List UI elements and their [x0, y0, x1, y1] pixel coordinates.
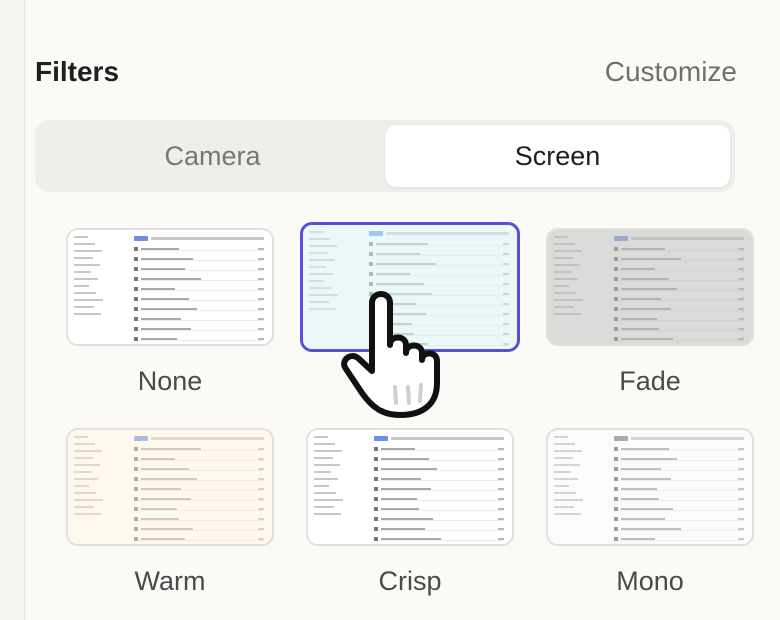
customize-button[interactable]: Customize	[605, 56, 737, 88]
filter-preview	[303, 225, 517, 349]
filter-label: Warm	[134, 566, 206, 596]
filter-tint-overlay	[548, 430, 752, 544]
filter-tint-overlay	[68, 430, 272, 544]
filter-tile-none[interactable]	[66, 228, 274, 346]
filter-preview	[68, 230, 272, 344]
filter-tile-crisp[interactable]	[306, 428, 514, 546]
filter-tint-overlay	[548, 230, 752, 344]
tab-camera[interactable]: Camera	[40, 125, 385, 187]
filter-tile-fade[interactable]	[546, 228, 754, 346]
filter-preview	[308, 430, 512, 544]
filter-preview	[548, 230, 752, 344]
source-segmented-control: Camera Screen	[35, 120, 735, 192]
filter-preview	[68, 430, 272, 544]
filter-tile-mono[interactable]	[546, 428, 754, 546]
filters-header: Filters Customize	[35, 52, 737, 92]
filter-label: Fade	[619, 366, 681, 396]
filter-tile-selected[interactable]	[300, 222, 520, 352]
filter-preview	[548, 430, 752, 544]
filter-tint-overlay	[303, 225, 517, 349]
tab-screen[interactable]: Screen	[385, 125, 730, 187]
filter-label: Mono	[616, 566, 684, 596]
filter-label: Crisp	[378, 566, 442, 596]
filter-tile-warm[interactable]	[66, 428, 274, 546]
filter-label: None	[137, 366, 203, 396]
panel-title: Filters	[35, 56, 120, 87]
